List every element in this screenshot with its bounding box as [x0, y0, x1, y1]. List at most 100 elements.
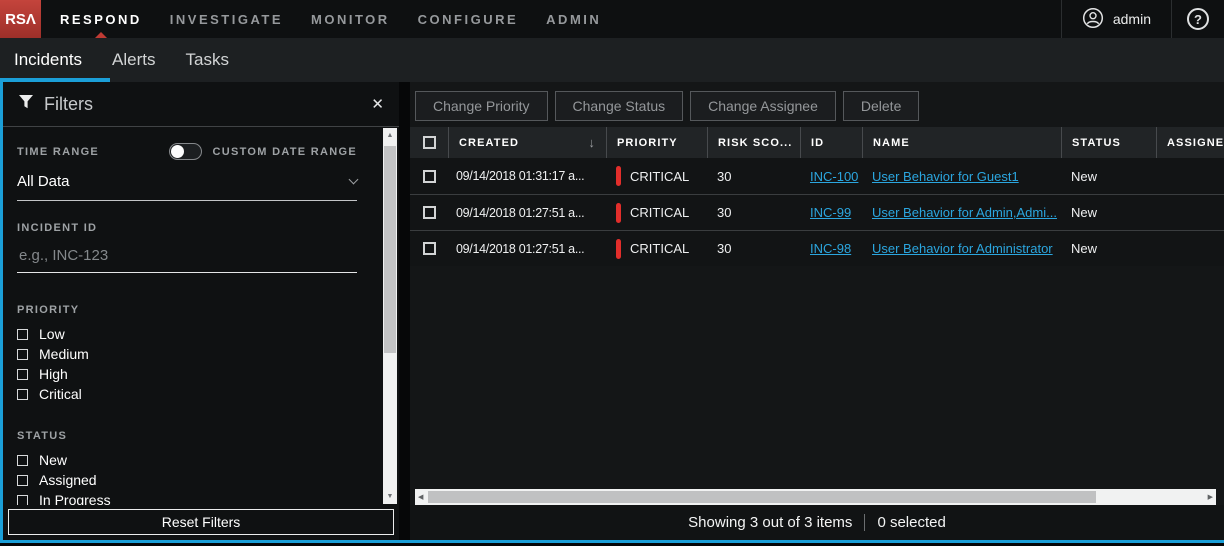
- priority-filter-section: PRIORITY Low Medium High: [17, 300, 357, 403]
- primary-nav: RESPOND INVESTIGATE MONITOR CONFIGURE AD…: [46, 0, 615, 38]
- filters-panel: Filters ✕ TIME RANGE CUSTOM DATE RANGE A…: [0, 82, 399, 540]
- time-range-value: All Data: [17, 173, 70, 190]
- time-range-select[interactable]: All Data: [17, 173, 357, 201]
- change-assignee-button[interactable]: Change Assignee: [690, 91, 836, 121]
- checkbox[interactable]: [17, 349, 28, 360]
- incident-id-section: INCIDENT ID: [17, 218, 357, 273]
- rsa-logo-text: RSΛ: [5, 11, 36, 28]
- status-label: STATUS: [17, 430, 67, 442]
- footer-divider: [864, 514, 865, 531]
- sort-descending-icon: ↓: [588, 135, 596, 150]
- scrollbar-thumb[interactable]: [384, 146, 396, 353]
- incident-name-link[interactable]: User Behavior for Guest1: [872, 169, 1019, 184]
- nav-item-investigate[interactable]: INVESTIGATE: [156, 0, 297, 38]
- checkbox[interactable]: [17, 329, 28, 340]
- custom-date-range-group: CUSTOM DATE RANGE: [169, 143, 357, 160]
- incidents-main: Change Priority Change Status Change Ass…: [410, 82, 1224, 540]
- table-footer: Showing 3 out of 3 items 0 selected: [410, 505, 1224, 540]
- user-icon: [1082, 7, 1104, 32]
- reset-filters-button[interactable]: Reset Filters: [8, 509, 394, 535]
- user-menu[interactable]: admin: [1062, 7, 1171, 32]
- cell-priority: CRITICAL: [606, 195, 707, 230]
- row-checkbox[interactable]: [423, 206, 436, 219]
- column-header-id[interactable]: ID: [800, 127, 862, 158]
- priority-critical-bar: [616, 166, 621, 186]
- priority-label: PRIORITY: [17, 304, 79, 316]
- user-name-label: admin: [1113, 11, 1151, 27]
- incident-id-input[interactable]: [17, 240, 357, 273]
- priority-option-low[interactable]: Low: [17, 325, 357, 343]
- bottom-accent-bar: [0, 540, 1224, 543]
- filter-funnel-icon: [18, 95, 34, 114]
- priority-option-medium[interactable]: Medium: [17, 345, 357, 363]
- change-priority-button[interactable]: Change Priority: [415, 91, 548, 121]
- rsa-logo[interactable]: RSΛ: [0, 0, 41, 38]
- cell-risk-score: 30: [707, 158, 800, 194]
- delete-button[interactable]: Delete: [843, 91, 919, 121]
- help-glyph: ?: [1194, 12, 1202, 27]
- column-header-risk-score[interactable]: RISK SCO...: [707, 127, 800, 158]
- cell-created: 09/14/2018 01:31:17 a...: [448, 158, 606, 194]
- incident-id-label: INCIDENT ID: [17, 222, 97, 234]
- cell-created: 09/14/2018 01:27:51 a...: [448, 231, 606, 266]
- incident-id-link[interactable]: INC-100: [810, 169, 858, 184]
- tab-incidents[interactable]: Incidents: [14, 50, 82, 70]
- table-row: 09/14/2018 01:27:51 a... CRITICAL 30 INC…: [410, 194, 1224, 230]
- nav-item-configure[interactable]: CONFIGURE: [404, 0, 533, 38]
- netwitness-respond-app: RSΛ RESPOND INVESTIGATE MONITOR CONFIGUR…: [0, 0, 1224, 546]
- nav-item-admin[interactable]: ADMIN: [532, 0, 615, 38]
- tab-tasks[interactable]: Tasks: [186, 50, 229, 70]
- status-option-assigned[interactable]: Assigned: [17, 471, 357, 489]
- incident-name-link[interactable]: User Behavior for Administrator: [872, 241, 1053, 256]
- scroll-down-icon[interactable]: ▼: [383, 493, 397, 500]
- cell-risk-score: 30: [707, 231, 800, 266]
- checkbox[interactable]: [17, 369, 28, 380]
- column-header-status[interactable]: STATUS: [1061, 127, 1156, 158]
- showing-count-label: Showing 3 out of 3 items: [688, 514, 852, 531]
- incident-id-link[interactable]: INC-98: [810, 241, 851, 256]
- row-checkbox[interactable]: [423, 170, 436, 183]
- table-header: CREATED ↓ PRIORITY RISK SCO... ID NAME S…: [410, 127, 1224, 158]
- select-all-checkbox[interactable]: [423, 136, 436, 149]
- custom-date-range-toggle[interactable]: [169, 143, 202, 160]
- close-filters-icon[interactable]: ✕: [371, 95, 384, 113]
- status-option-in-progress[interactable]: In Progress: [17, 491, 357, 505]
- table-horizontal-scrollbar[interactable]: ◀ ▶: [415, 489, 1216, 505]
- column-header-assignee[interactable]: ASSIGNEE: [1156, 127, 1224, 158]
- change-status-button[interactable]: Change Status: [555, 91, 684, 121]
- scroll-right-icon[interactable]: ▶: [1205, 489, 1216, 505]
- priority-option-critical[interactable]: Critical: [17, 385, 357, 403]
- cell-status: New: [1061, 158, 1156, 194]
- filters-footer: Reset Filters: [3, 505, 399, 540]
- checkbox[interactable]: [17, 389, 28, 400]
- priority-option-high[interactable]: High: [17, 365, 357, 383]
- scroll-up-icon[interactable]: ▲: [383, 132, 397, 139]
- column-header-created[interactable]: CREATED ↓: [448, 127, 606, 158]
- filters-title: Filters: [44, 94, 93, 115]
- scroll-left-icon[interactable]: ◀: [415, 489, 426, 505]
- scrollbar-thumb[interactable]: [428, 491, 1096, 503]
- incident-name-link[interactable]: User Behavior for Admin,Admi...: [872, 205, 1057, 220]
- cell-priority: CRITICAL: [606, 231, 707, 266]
- nav-item-monitor[interactable]: MONITOR: [297, 0, 404, 38]
- column-header-name[interactable]: NAME: [862, 127, 1061, 158]
- nav-divider: [1171, 0, 1172, 38]
- checkbox[interactable]: [17, 455, 28, 466]
- incident-id-link[interactable]: INC-99: [810, 205, 851, 220]
- bulk-action-toolbar: Change Priority Change Status Change Ass…: [410, 82, 1224, 127]
- row-checkbox[interactable]: [423, 242, 436, 255]
- priority-critical-bar: [616, 239, 621, 259]
- column-header-priority[interactable]: PRIORITY: [606, 127, 707, 158]
- checkbox[interactable]: [17, 495, 28, 506]
- priority-critical-bar: [616, 203, 621, 223]
- cell-status: New: [1061, 195, 1156, 230]
- filters-vertical-scrollbar[interactable]: ▲ ▼: [383, 128, 397, 504]
- help-icon[interactable]: ?: [1187, 8, 1209, 30]
- status-option-new[interactable]: New: [17, 451, 357, 469]
- chevron-down-icon: [349, 175, 359, 185]
- checkbox[interactable]: [17, 475, 28, 486]
- nav-item-respond[interactable]: RESPOND: [46, 0, 156, 38]
- tab-alerts[interactable]: Alerts: [112, 50, 155, 70]
- cell-created: 09/14/2018 01:27:51 a...: [448, 195, 606, 230]
- cell-assignee: [1156, 231, 1224, 266]
